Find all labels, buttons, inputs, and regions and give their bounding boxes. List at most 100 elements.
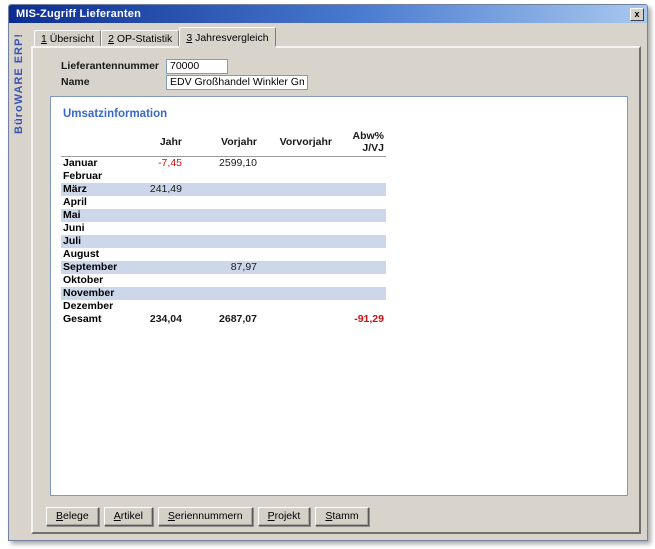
stamm-button[interactable]: Stamm	[315, 507, 368, 526]
value-cell	[259, 300, 334, 313]
dialog-window: MIS-Zugriff Lieferanten x BüroWARE ERP! …	[8, 4, 648, 541]
close-icon[interactable]: x	[630, 8, 644, 21]
value-cell	[334, 261, 386, 274]
brand-text: BüroWARE ERP!	[13, 33, 25, 134]
month-cell: Februar	[61, 170, 129, 183]
month-cell: November	[61, 287, 129, 300]
month-cell: Dezember	[61, 300, 129, 313]
month-cell: Juni	[61, 222, 129, 235]
value-cell: -7,45	[129, 157, 184, 170]
name-input[interactable]	[166, 75, 308, 90]
column-header: Jahr	[129, 130, 184, 157]
value-cell	[184, 196, 259, 209]
value-cell	[259, 287, 334, 300]
main-area: 1 Übersicht2 OP-Statistik3 Jahresverglei…	[31, 23, 647, 540]
value-cell	[259, 196, 334, 209]
table-row: Gesamt234,042687,07 -91,29	[61, 313, 386, 326]
value-cell	[184, 235, 259, 248]
column-header: Abw% J/VJ	[334, 130, 386, 157]
value-cell	[259, 183, 334, 196]
projekt-button[interactable]: Projekt	[258, 507, 311, 526]
value-cell	[129, 287, 184, 300]
value-cell	[129, 170, 184, 183]
value-cell	[259, 209, 334, 222]
value-cell	[129, 248, 184, 261]
table-row: April	[61, 196, 386, 209]
table-row: November	[61, 287, 386, 300]
artikel-button[interactable]: Artikel	[104, 507, 153, 526]
column-header: Vorvorjahr	[259, 130, 334, 157]
value-cell: 2599,10	[184, 157, 259, 170]
tab-3[interactable]: 3 Jahresvergleich	[179, 27, 275, 46]
value-cell	[259, 274, 334, 287]
table-row: Februar	[61, 170, 386, 183]
value-cell	[334, 183, 386, 196]
button-row: Belege Artikel Seriennummern ProjektStamm	[46, 507, 369, 526]
table-row: März241,49	[61, 183, 386, 196]
window-body: BüroWARE ERP! 1 Übersicht2 OP-Statistik3…	[9, 23, 647, 540]
value-cell	[129, 261, 184, 274]
belege-button[interactable]: Belege	[46, 507, 99, 526]
brand-strip: BüroWARE ERP!	[9, 23, 31, 540]
tab-1[interactable]: 1 Übersicht	[34, 30, 101, 46]
value-cell	[184, 274, 259, 287]
window-title: MIS-Zugriff Lieferanten	[16, 8, 630, 20]
month-cell: Oktober	[61, 274, 129, 287]
value-cell	[334, 274, 386, 287]
table-row: Januar-7,452599,10	[61, 157, 386, 170]
value-cell	[259, 248, 334, 261]
field-row: Lieferantennummer	[61, 58, 228, 74]
value-cell	[259, 170, 334, 183]
tab-bar: 1 Übersicht2 OP-Statistik3 Jahresverglei…	[31, 27, 641, 46]
value-cell	[129, 196, 184, 209]
value-cell	[184, 222, 259, 235]
value-cell	[259, 313, 334, 326]
value-cell	[129, 235, 184, 248]
value-cell	[184, 300, 259, 313]
value-cell	[334, 300, 386, 313]
table-row: September87,97	[61, 261, 386, 274]
column-header: Vorjahr	[184, 130, 259, 157]
umsatz-panel: Umsatzinformation JahrVorjahrVorvorjahrA…	[50, 96, 628, 496]
value-cell	[334, 157, 386, 170]
value-cell	[184, 183, 259, 196]
titlebar[interactable]: MIS-Zugriff Lieferanten x	[9, 5, 647, 23]
month-cell: Juli	[61, 235, 129, 248]
month-cell: März	[61, 183, 129, 196]
value-cell	[259, 157, 334, 170]
value-cell	[259, 222, 334, 235]
value-cell	[129, 222, 184, 235]
value-cell	[334, 170, 386, 183]
value-cell	[259, 261, 334, 274]
value-cell	[259, 235, 334, 248]
month-cell: September	[61, 261, 129, 274]
value-cell	[334, 287, 386, 300]
value-cell	[334, 196, 386, 209]
value-cell	[184, 170, 259, 183]
month-cell: August	[61, 248, 129, 261]
month-cell: Mai	[61, 209, 129, 222]
value-cell	[184, 209, 259, 222]
value-cell: 2687,07	[184, 313, 259, 326]
table-row: August	[61, 248, 386, 261]
tab-page-jahresvergleich: LieferantennummerName Umsatzinformation …	[31, 46, 641, 534]
value-cell	[129, 209, 184, 222]
column-header	[61, 130, 129, 157]
table-row: Oktober	[61, 274, 386, 287]
seriennummern-button[interactable]: Seriennummern	[158, 507, 253, 526]
value-cell: -91,29	[334, 313, 386, 326]
field-row: Name	[61, 74, 308, 90]
value-cell	[184, 248, 259, 261]
table-row: Mai	[61, 209, 386, 222]
month-cell: Januar	[61, 157, 129, 170]
lieferantennummer-input[interactable]	[166, 59, 228, 74]
value-cell	[334, 222, 386, 235]
value-cell	[334, 209, 386, 222]
value-cell: 241,49	[129, 183, 184, 196]
tab-2[interactable]: 2 OP-Statistik	[101, 30, 179, 46]
value-cell	[184, 287, 259, 300]
value-cell: 234,04	[129, 313, 184, 326]
panel-title: Umsatzinformation	[63, 108, 167, 120]
month-cell: Gesamt	[61, 313, 129, 326]
table-header-row: JahrVorjahrVorvorjahrAbw% J/VJ	[61, 130, 386, 157]
